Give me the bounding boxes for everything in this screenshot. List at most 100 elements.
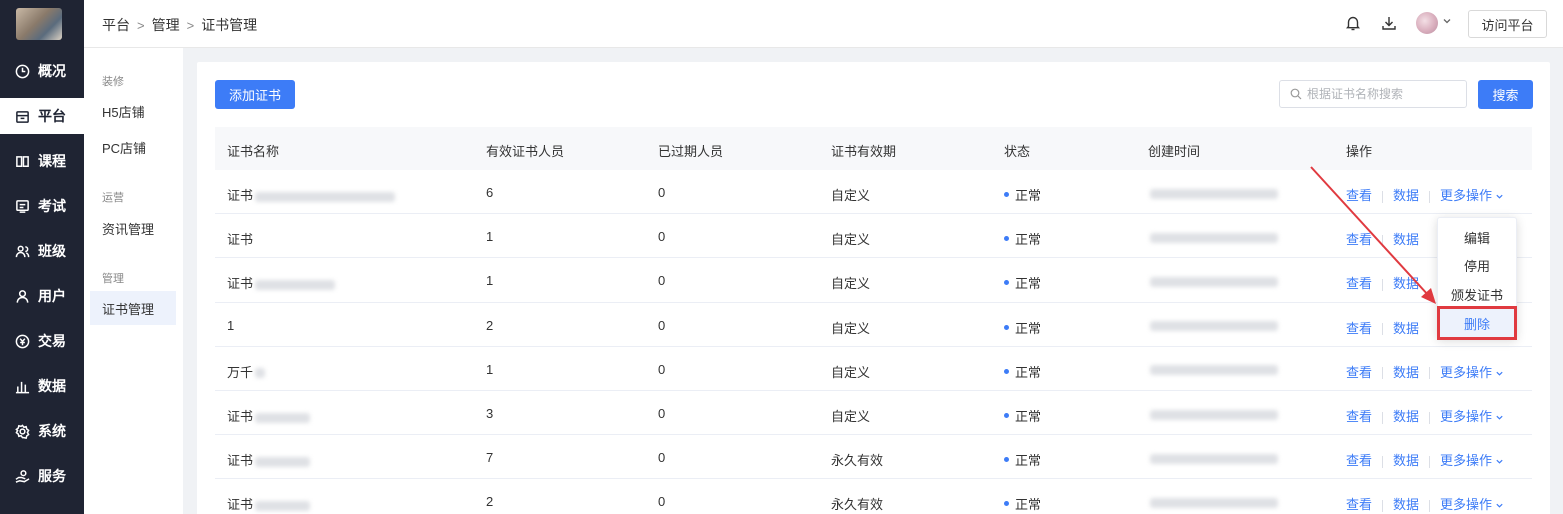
data-link[interactable]: 数据 <box>1393 409 1419 424</box>
nav-item-label: 交易 <box>38 333 66 349</box>
data-link[interactable]: 数据 <box>1393 188 1419 203</box>
table-row: 证书 7 0 永久有效 正常 查看 数据 更多操作 <box>215 435 1532 480</box>
more-actions-link[interactable]: 更多操作 <box>1440 365 1504 380</box>
row-actions: 查看 数据 更多操作 <box>1346 362 1504 381</box>
validity-period: 自定义 <box>831 408 871 424</box>
menu-item-edit[interactable]: 编辑 <box>1438 223 1516 251</box>
nav-item-trade[interactable]: 交易 <box>0 323 84 359</box>
table-row: 证书 2 0 永久有效 正常 查看 数据 更多操作 <box>215 479 1532 514</box>
expired-count: 0 <box>658 361 666 377</box>
status-dot <box>1004 413 1009 418</box>
menu-item-issue-certificate[interactable]: 颁发证书 <box>1438 280 1516 308</box>
nav-item-user[interactable]: 用户 <box>0 278 84 314</box>
search-input[interactable] <box>1307 87 1457 101</box>
more-actions-menu: 编辑 停用 颁发证书 删除 <box>1437 217 1517 340</box>
column-header: 已过期人员 <box>658 144 724 159</box>
divider <box>1382 234 1384 247</box>
status-dot <box>1004 280 1009 286</box>
status-badge: 正常 <box>1004 185 1041 204</box>
valid-count: 1 <box>486 229 494 245</box>
redacted-text <box>1150 409 1278 420</box>
nav-item-exam[interactable]: 考试 <box>0 188 84 224</box>
sub-item-certificates[interactable]: 证书管理 <box>90 291 176 325</box>
search-button[interactable]: 搜索 <box>1478 80 1533 109</box>
validity-period: 永久有效 <box>831 497 884 513</box>
sub-item-h5-store[interactable]: H5店铺 <box>90 94 176 128</box>
created-time <box>1148 273 1278 288</box>
created-time <box>1148 318 1278 333</box>
breadcrumb-item[interactable]: 管理 <box>152 15 180 35</box>
nav-item-class[interactable]: 班级 <box>0 233 84 269</box>
data-link[interactable]: 数据 <box>1393 276 1419 291</box>
menu-item-disable[interactable]: 停用 <box>1438 251 1516 279</box>
view-link[interactable]: 查看 <box>1346 321 1372 336</box>
validity-period: 自定义 <box>831 276 871 292</box>
data-link[interactable]: 数据 <box>1393 321 1419 336</box>
data-link[interactable]: 数据 <box>1393 232 1419 247</box>
overview-icon <box>15 64 30 79</box>
nav-item-service[interactable]: 服务 <box>0 458 84 494</box>
sub-item-news[interactable]: 资讯管理 <box>90 211 176 245</box>
more-actions-link[interactable]: 更多操作 <box>1440 409 1504 424</box>
sub-item-pc-store[interactable]: PC店铺 <box>90 130 176 164</box>
expired-count: 0 <box>658 273 666 289</box>
nav-item-system[interactable]: 系统 <box>0 413 84 449</box>
row-actions: 查看 数据 <box>1346 318 1419 337</box>
avatar[interactable] <box>1416 12 1438 34</box>
data-link[interactable]: 数据 <box>1393 365 1419 380</box>
view-link[interactable]: 查看 <box>1346 188 1372 203</box>
data-link[interactable]: 数据 <box>1393 497 1419 512</box>
more-actions-link[interactable]: 更多操作 <box>1440 188 1504 203</box>
nav-item-overview[interactable]: 概况 <box>0 53 84 89</box>
view-link[interactable]: 查看 <box>1346 276 1372 291</box>
redacted-text <box>1150 497 1278 508</box>
valid-count: 3 <box>486 405 494 421</box>
view-link[interactable]: 查看 <box>1346 409 1372 424</box>
search-field[interactable] <box>1279 80 1467 108</box>
divider <box>1382 323 1384 336</box>
nav-item-label: 平台 <box>38 108 66 124</box>
row-actions: 查看 数据 更多操作 <box>1346 450 1504 469</box>
row-actions: 查看 数据 <box>1346 229 1419 248</box>
bell-icon[interactable] <box>1344 14 1362 32</box>
column-header: 证书名称 <box>227 144 280 159</box>
validity-period: 自定义 <box>831 320 871 336</box>
data-link[interactable]: 数据 <box>1393 453 1419 468</box>
view-link[interactable]: 查看 <box>1346 453 1372 468</box>
menu-item-delete[interactable]: 删除 <box>1437 306 1517 340</box>
certificate-name: 证书 <box>227 273 336 292</box>
download-icon[interactable] <box>1380 14 1398 32</box>
app-logo[interactable] <box>16 8 62 40</box>
table-row: 万千 1 0 自定义 正常 查看 数据 更多操作 <box>215 347 1532 391</box>
nav-item-course[interactable]: 课程 <box>0 143 84 179</box>
nav-item-label: 考试 <box>38 198 66 214</box>
view-link[interactable]: 查看 <box>1346 365 1372 380</box>
status-dot <box>1004 457 1009 463</box>
status-badge: 正常 <box>1004 362 1041 381</box>
store-icon <box>15 109 30 124</box>
nav-item-platform[interactable]: 平台 <box>0 98 84 134</box>
add-certificate-button[interactable]: 添加证书 <box>215 80 295 109</box>
valid-count: 2 <box>486 317 494 333</box>
chevron-down-icon <box>1496 504 1503 509</box>
valid-count: 6 <box>486 185 494 200</box>
redacted-text <box>255 191 396 202</box>
redacted-text <box>255 412 311 423</box>
column-header: 证书有效期 <box>831 144 897 159</box>
breadcrumb-item[interactable]: 平台 <box>102 15 130 35</box>
more-actions-link[interactable]: 更多操作 <box>1440 453 1504 468</box>
redacted-text <box>1150 365 1278 376</box>
divider <box>1382 455 1384 468</box>
view-link[interactable]: 查看 <box>1346 497 1372 512</box>
more-actions-link[interactable]: 更多操作 <box>1440 497 1504 512</box>
view-link[interactable]: 查看 <box>1346 232 1372 247</box>
table-row: 证书 6 0 自定义 正常 查看 数据 更多操作 <box>215 170 1532 215</box>
valid-count: 7 <box>486 450 494 466</box>
created-time <box>1148 450 1278 465</box>
divider <box>1429 190 1431 203</box>
redacted-text <box>255 500 311 511</box>
visit-platform-button[interactable]: 访问平台 <box>1468 10 1547 38</box>
chevron-down-icon[interactable] <box>1442 16 1452 26</box>
row-actions: 查看 数据 更多操作 <box>1346 185 1504 204</box>
nav-item-data[interactable]: 数据 <box>0 368 84 404</box>
